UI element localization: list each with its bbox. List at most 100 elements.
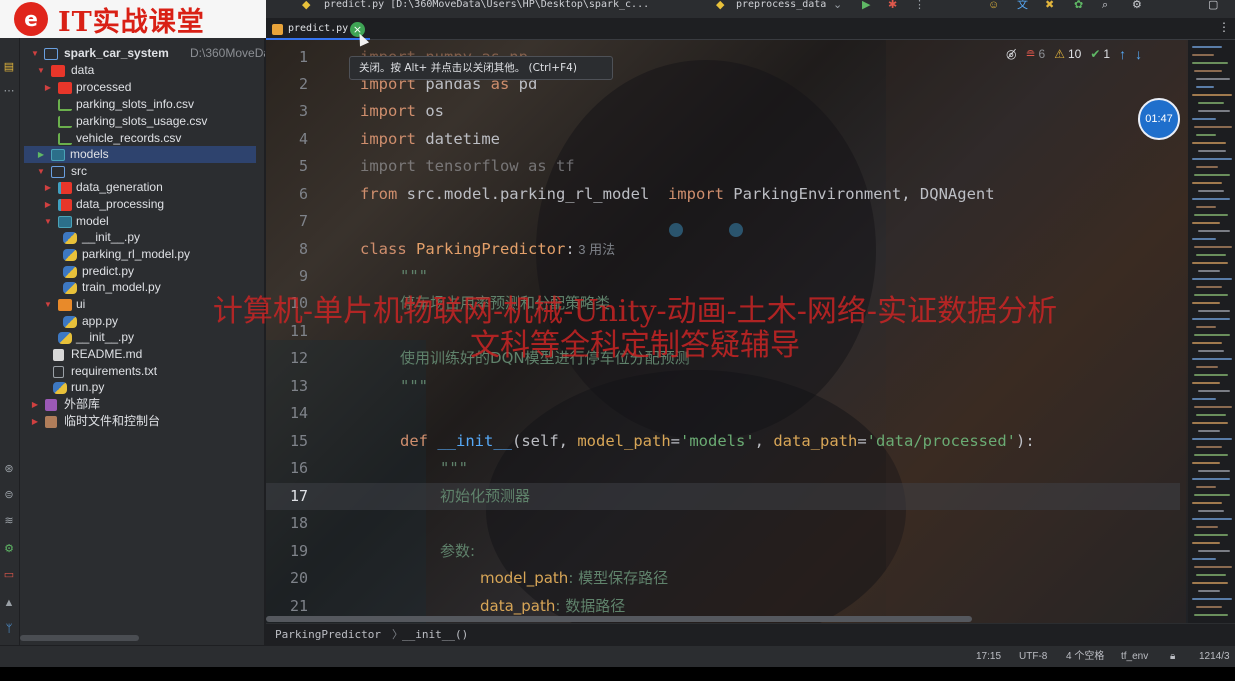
- tree-item-py[interactable]: __init__.py: [20, 329, 265, 346]
- warnings[interactable]: ⚠ 10: [1054, 47, 1081, 61]
- line-number: 5: [298, 157, 308, 175]
- tools-icon[interactable]: ✖: [1045, 0, 1054, 11]
- tree-item-data-generation[interactable]: ▶ data_generation: [20, 179, 265, 196]
- tree-item-data[interactable]: ▼ data: [20, 62, 265, 79]
- more-actions-icon[interactable]: ⋮: [914, 0, 925, 11]
- expand-arrow-icon[interactable]: ▼: [43, 213, 53, 230]
- lock-icon[interactable]: 🔒︎: [1170, 646, 1175, 668]
- previous-highlight-icon[interactable]: ↑: [1119, 46, 1126, 62]
- collab-icon[interactable]: ☺: [988, 0, 999, 11]
- tree-item-csv[interactable]: vehicle_records.csv: [20, 130, 265, 147]
- tree-item-py[interactable]: app.py: [20, 313, 265, 330]
- line-number: 19: [289, 542, 308, 560]
- code-line-8: class ParkingPredictor: 3 用法: [360, 236, 615, 263]
- problems-icon[interactable]: ▲: [2, 596, 16, 610]
- line-number: 2: [298, 75, 308, 93]
- tree-item-label: __init__.py: [76, 330, 135, 344]
- function-name: __init__: [428, 432, 512, 450]
- breadcrumb-method[interactable]: __init__(): [402, 624, 468, 646]
- line-number: 14: [289, 404, 308, 422]
- expand-arrow-icon[interactable]: ▼: [36, 62, 46, 79]
- tree-item-label: model: [76, 214, 109, 228]
- python-file-icon: [63, 249, 77, 261]
- tree-item-external-libs[interactable]: ▶ 外部库: [20, 396, 265, 413]
- tab-predict-py[interactable]: predict.py ×: [266, 18, 370, 40]
- more-tools-icon[interactable]: ⋯: [2, 84, 16, 98]
- code-line-6: from src.model.parking_rl_model import P…: [360, 181, 995, 208]
- kw-import: import: [360, 102, 416, 120]
- collapse-arrow-icon[interactable]: ▶: [43, 79, 53, 96]
- expand-arrow-icon[interactable]: ▼: [36, 163, 46, 180]
- debug-icon[interactable]: ✱: [888, 0, 897, 11]
- folder-icon: [51, 65, 65, 77]
- code-minimap[interactable]: [1188, 40, 1235, 623]
- project-icon[interactable]: ▤: [2, 60, 16, 74]
- line-number: 15: [289, 432, 308, 450]
- layers-icon[interactable]: ≋: [2, 514, 16, 528]
- tree-item-scratches[interactable]: ▶ 临时文件和控制台: [20, 413, 265, 430]
- search-icon[interactable]: ⌕: [1102, 0, 1108, 11]
- expand-arrow-icon[interactable]: ▼: [43, 296, 53, 313]
- run-config-selector[interactable]: preprocess_data: [736, 0, 826, 10]
- tree-item-csv[interactable]: parking_slots_usage.csv: [20, 113, 265, 130]
- window-control-icon[interactable]: ▢: [1208, 0, 1218, 11]
- plugin-icon[interactable]: ✿: [1074, 0, 1083, 11]
- tree-item-csv[interactable]: parking_slots_info.csv: [20, 96, 265, 113]
- open-file-path[interactable]: predict.py [D:\360MoveData\Users\HP\Desk…: [324, 0, 649, 10]
- run-icon[interactable]: ▶: [862, 0, 870, 11]
- tree-item-readme[interactable]: README.md: [20, 346, 265, 363]
- python-packages-icon[interactable]: ⊛: [2, 462, 16, 476]
- inspection-widget[interactable]: ◎̸ ≘ 6 ⚠ 10 ✔ 1 ↑ ↓: [1006, 44, 1142, 64]
- csv-file-icon: [58, 99, 72, 111]
- recording-timer[interactable]: 01:47: [1138, 98, 1180, 140]
- weak-warnings[interactable]: ≘ 6: [1025, 47, 1045, 61]
- tree-root[interactable]: ▼ spark_car_system D:\360MoveData: [20, 45, 265, 62]
- expand-arrow-icon[interactable]: ▼: [30, 45, 40, 62]
- memory-indicator[interactable]: 1214/3: [1199, 646, 1230, 668]
- docstring-text: 停车场占用率预测和分配策略类: [400, 294, 611, 312]
- project-root-path: D:\360MoveData: [190, 46, 265, 60]
- line-number: 4: [298, 130, 308, 148]
- tree-item-run[interactable]: run.py: [20, 379, 265, 396]
- collapse-arrow-icon[interactable]: ▶: [43, 196, 53, 213]
- chevron-down-icon[interactable]: ⌄: [833, 0, 842, 11]
- tree-item-processed[interactable]: ▶ processed: [20, 79, 265, 96]
- settings-icon[interactable]: ⚙: [1132, 0, 1142, 11]
- tree-item-src[interactable]: ▼ src: [20, 163, 265, 180]
- tree-item-data-processing[interactable]: ▶ data_processing: [20, 196, 265, 213]
- reader-mode-icon[interactable]: ◎̸: [1006, 47, 1016, 61]
- git-icon[interactable]: ᛘ: [2, 622, 16, 636]
- code-editor[interactable]: 1 2 3 4 5 6 7 8 9 10 11 12 13 14 15 16 1…: [266, 40, 1188, 623]
- collapse-arrow-icon[interactable]: ▶: [43, 179, 53, 196]
- channel-logo: e IT实战课堂: [0, 0, 266, 38]
- editor-horizontal-scrollbar[interactable]: [266, 616, 972, 622]
- python-interpreter[interactable]: tf_env: [1121, 646, 1148, 668]
- tab-menu-icon[interactable]: ⋮: [1218, 20, 1230, 34]
- tree-item-py[interactable]: train_model.py: [20, 279, 265, 296]
- tree-item-models[interactable]: ▶ models: [24, 146, 256, 163]
- breadcrumb-class[interactable]: ParkingPredictor: [275, 624, 381, 646]
- docstring-quote: """: [400, 377, 428, 395]
- terminal-icon[interactable]: ▭: [2, 568, 16, 582]
- tree-item-requirements[interactable]: requirements.txt: [20, 363, 265, 380]
- python-console-icon[interactable]: ⚙: [2, 542, 16, 556]
- indent-setting[interactable]: 4 个空格: [1066, 646, 1104, 668]
- tree-item-py[interactable]: parking_rl_model.py: [20, 246, 265, 263]
- docstring-quote: """: [440, 459, 468, 477]
- tree-item-model[interactable]: ▼ model: [20, 213, 265, 230]
- caret-position[interactable]: 17:15: [976, 646, 1001, 668]
- tree-item-py[interactable]: __init__.py: [20, 229, 265, 246]
- collapse-arrow-icon[interactable]: ▶: [30, 413, 40, 430]
- usages-hint[interactable]: 3 用法: [575, 242, 615, 257]
- typos[interactable]: ✔ 1: [1090, 47, 1110, 61]
- file-encoding[interactable]: UTF-8: [1019, 646, 1047, 668]
- next-highlight-icon[interactable]: ↓: [1135, 46, 1142, 62]
- tree-item-ui[interactable]: ▼ ui: [20, 296, 265, 313]
- code-line-10: 停车场占用率预测和分配策略类: [400, 290, 610, 317]
- services-icon[interactable]: ⊜: [2, 488, 16, 502]
- translate-icon[interactable]: 文: [1017, 0, 1028, 11]
- project-panel-scrollbar[interactable]: [20, 635, 139, 641]
- collapse-arrow-icon[interactable]: ▶: [36, 146, 46, 163]
- tree-item-py[interactable]: predict.py: [20, 263, 265, 280]
- collapse-arrow-icon[interactable]: ▶: [30, 396, 40, 413]
